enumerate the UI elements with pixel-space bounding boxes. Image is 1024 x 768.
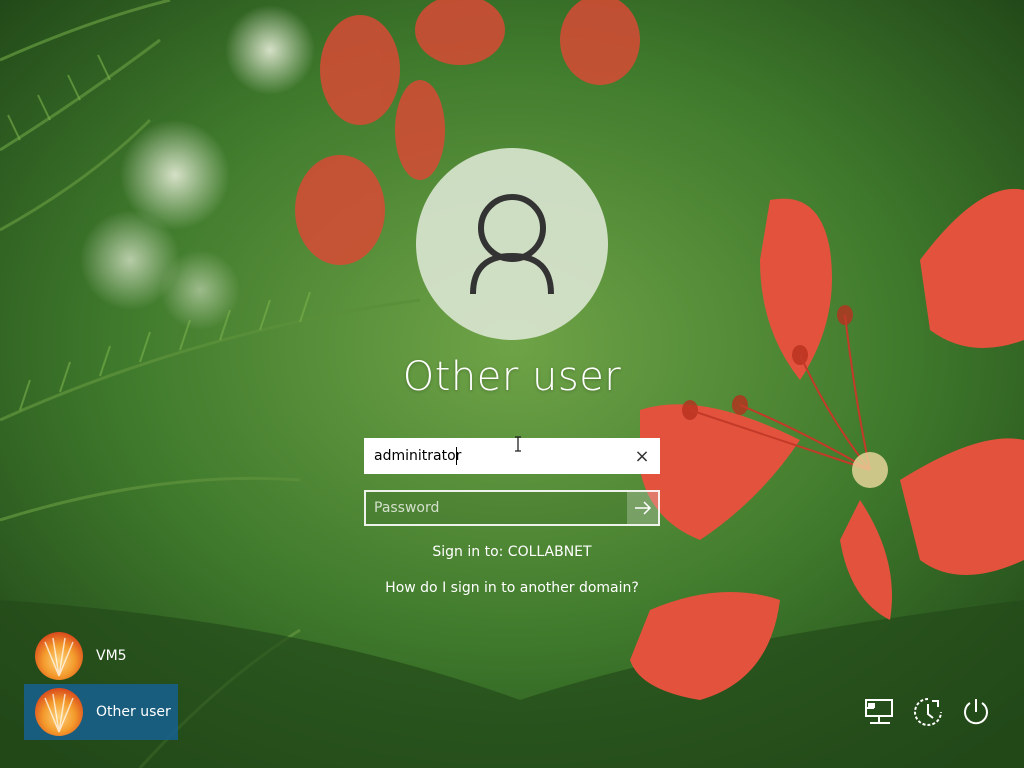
user-tile-vm5[interactable]: VM5 bbox=[24, 628, 178, 684]
other-domain-help-link[interactable]: How do I sign in to another domain? bbox=[312, 580, 712, 596]
user-thumbnail bbox=[35, 688, 83, 736]
power-icon[interactable] bbox=[956, 692, 996, 732]
user-silhouette-icon bbox=[470, 194, 554, 295]
user-tile-name: Other user bbox=[96, 704, 171, 720]
ibeam-cursor-icon bbox=[515, 436, 521, 452]
password-placeholder: Password bbox=[374, 500, 440, 516]
user-thumbnail bbox=[35, 632, 83, 680]
user-tile-name: VM5 bbox=[96, 648, 127, 664]
password-input[interactable]: Password bbox=[364, 490, 660, 526]
user-avatar bbox=[416, 148, 608, 340]
username-title: Other user bbox=[402, 354, 622, 400]
text-caret bbox=[456, 447, 457, 465]
arrow-right-icon bbox=[634, 501, 651, 515]
username-input[interactable]: adminitrator × bbox=[364, 438, 660, 474]
network-icon[interactable] bbox=[860, 692, 900, 732]
username-input-value: adminitrator bbox=[374, 448, 462, 464]
ease-of-access-icon[interactable] bbox=[908, 692, 948, 732]
clear-icon[interactable]: × bbox=[625, 439, 659, 473]
user-tile-other-user[interactable]: Other user bbox=[24, 684, 178, 740]
submit-button[interactable] bbox=[627, 492, 658, 524]
sign-in-domain-text: Sign in to: COLLABNET bbox=[432, 544, 592, 560]
